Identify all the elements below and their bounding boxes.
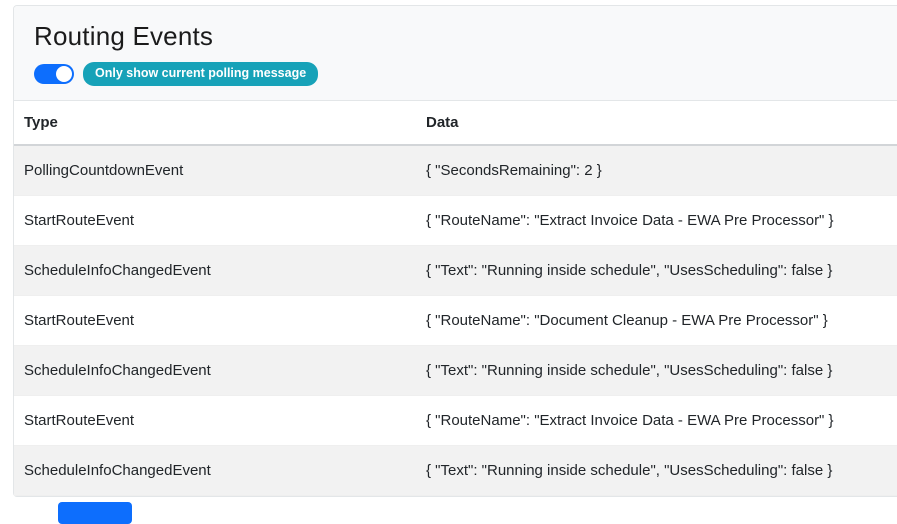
only-current-polling-toggle[interactable] bbox=[34, 64, 74, 84]
event-type-cell: StartRouteEvent bbox=[14, 195, 416, 245]
routing-events-table: Type Data PollingCountdownEvent { "Secon… bbox=[14, 101, 897, 496]
toggle-knob bbox=[56, 66, 72, 82]
polling-filter-badge: Only show current polling message bbox=[83, 62, 318, 86]
cutoff-primary-button[interactable] bbox=[58, 502, 132, 524]
table-row: StartRouteEvent { "RouteName": "Extract … bbox=[14, 395, 897, 445]
page-title: Routing Events bbox=[34, 21, 897, 52]
table-header-row: Type Data bbox=[14, 101, 897, 145]
event-data-cell: { "RouteName": "Extract Invoice Data - E… bbox=[416, 195, 897, 245]
table-row: ScheduleInfoChangedEvent { "Text": "Runn… bbox=[14, 245, 897, 295]
table-row: ScheduleInfoChangedEvent { "Text": "Runn… bbox=[14, 445, 897, 495]
event-data-cell: { "SecondsRemaining": 2 } bbox=[416, 145, 897, 196]
event-type-cell: StartRouteEvent bbox=[14, 395, 416, 445]
event-type-cell: ScheduleInfoChangedEvent bbox=[14, 345, 416, 395]
table-row: ScheduleInfoChangedEvent { "Text": "Runn… bbox=[14, 345, 897, 395]
table-row: StartRouteEvent { "RouteName": "Extract … bbox=[14, 195, 897, 245]
event-type-cell: StartRouteEvent bbox=[14, 295, 416, 345]
column-header-type: Type bbox=[14, 101, 416, 145]
column-header-data: Data bbox=[416, 101, 897, 145]
polling-filter-controls: Only show current polling message bbox=[34, 62, 897, 86]
event-type-cell: ScheduleInfoChangedEvent bbox=[14, 245, 416, 295]
event-type-cell: PollingCountdownEvent bbox=[14, 145, 416, 196]
table-row: PollingCountdownEvent { "SecondsRemainin… bbox=[14, 145, 897, 196]
event-data-cell: { "RouteName": "Extract Invoice Data - E… bbox=[416, 395, 897, 445]
event-data-cell: { "RouteName": "Document Cleanup - EWA P… bbox=[416, 295, 897, 345]
table-row: StartRouteEvent { "RouteName": "Document… bbox=[14, 295, 897, 345]
routing-events-card: Routing Events Only show current polling… bbox=[13, 5, 897, 497]
event-data-cell: { "Text": "Running inside schedule", "Us… bbox=[416, 345, 897, 395]
event-type-cell: ScheduleInfoChangedEvent bbox=[14, 445, 416, 495]
event-data-cell: { "Text": "Running inside schedule", "Us… bbox=[416, 245, 897, 295]
event-data-cell: { "Text": "Running inside schedule", "Us… bbox=[416, 445, 897, 495]
card-header: Routing Events Only show current polling… bbox=[14, 6, 897, 101]
